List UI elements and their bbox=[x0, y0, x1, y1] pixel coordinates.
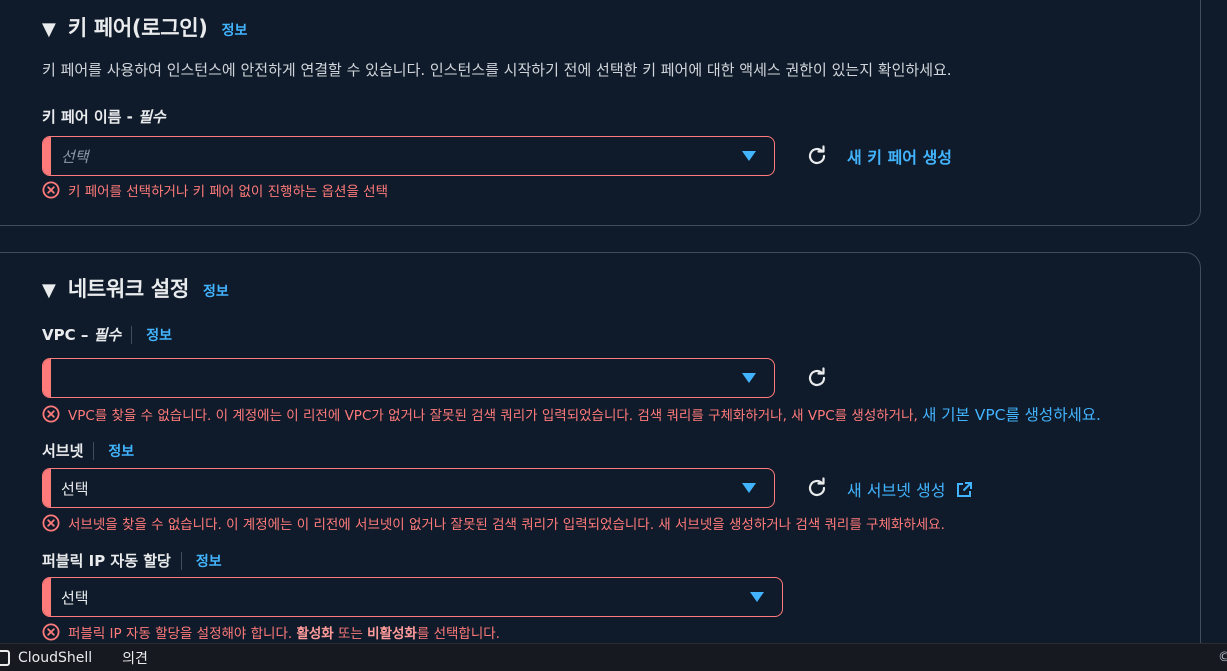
subnet-error: 서브넷을 찾을 수 없습니다. 이 계정에는 이 리전에 서브넷이 없거나 잘못… bbox=[42, 513, 945, 533]
copyright-text: © bbox=[1218, 650, 1227, 665]
subnet-error-text: 서브넷을 찾을 수 없습니다. 이 계정에는 이 리전에 서브넷이 없거나 잘못… bbox=[68, 517, 945, 533]
page: ▼ 키 페어(로그인) 정보 키 페어를 사용하여 인스턴스에 안전하게 연결할… bbox=[0, 0, 1227, 671]
error-x-circle-icon bbox=[42, 181, 60, 199]
key-pair-info-link[interactable]: 정보 bbox=[222, 20, 248, 40]
vpc-select[interactable] bbox=[42, 358, 775, 398]
external-link-icon bbox=[956, 482, 972, 497]
required-label: 필수 bbox=[138, 108, 166, 126]
error-x-circle-icon bbox=[42, 405, 60, 423]
feedback-button[interactable]: 의견 bbox=[122, 648, 148, 668]
disable-option-text: 비활성화 bbox=[367, 626, 417, 642]
key-pair-error: 키 페어를 선택하거나 키 페어 없이 진행하는 옵션을 선택 bbox=[42, 180, 388, 200]
error-indicator-bar bbox=[43, 469, 51, 507]
caret-down-icon bbox=[742, 373, 756, 383]
divider bbox=[93, 441, 95, 460]
public-ip-error-post: 를 선택합니다. bbox=[416, 626, 500, 642]
key-pair-select[interactable]: 선택 bbox=[42, 136, 775, 176]
refresh-icon[interactable] bbox=[805, 476, 829, 500]
public-ip-error-mid: 또는 bbox=[333, 626, 368, 642]
vpc-dash: – bbox=[75, 325, 94, 344]
key-pair-name-label: 키 페어 이름 - 필수 bbox=[42, 106, 166, 127]
key-pair-name-dash: - bbox=[121, 107, 139, 126]
vpc-error: VPC를 찾을 수 없습니다. 이 계정에는 이 리전에 VPC가 없거나 잘못… bbox=[42, 403, 1101, 425]
network-header[interactable]: ▼ 네트워크 설정 정보 bbox=[42, 273, 229, 303]
subnet-info-link[interactable]: 정보 bbox=[108, 441, 134, 461]
public-ip-error-pre: 퍼블릭 IP 자동 할당을 설정해야 합니다. bbox=[68, 626, 297, 642]
cloudshell-button[interactable]: CloudShell bbox=[0, 649, 92, 667]
public-ip-error: 퍼블릭 IP 자동 할당을 설정해야 합니다. 활성화 또는 비활성화 를 선택합… bbox=[42, 622, 500, 642]
triangle-down-icon[interactable]: ▼ bbox=[42, 19, 56, 40]
triangle-down-icon[interactable]: ▼ bbox=[42, 280, 56, 301]
required-label: 필수 bbox=[93, 326, 122, 344]
subnet-label: 서브넷 정보 bbox=[42, 440, 134, 461]
public-ip-label-text: 퍼블릭 IP 자동 할당 bbox=[42, 552, 171, 570]
caret-down-icon bbox=[742, 483, 756, 493]
create-subnet-link[interactable]: 새 서브넷 생성 bbox=[847, 477, 973, 501]
key-pair-error-text: 키 페어를 선택하거나 키 페어 없이 진행하는 옵션을 선택 bbox=[68, 184, 388, 200]
public-ip-select-value: 선택 bbox=[61, 588, 89, 607]
vpc-label-text: VPC bbox=[42, 325, 76, 344]
public-ip-label: 퍼블릭 IP 자동 할당 정보 bbox=[42, 550, 222, 571]
error-indicator-bar bbox=[43, 137, 51, 175]
refresh-icon[interactable] bbox=[805, 366, 829, 390]
subnet-label-text: 서브넷 bbox=[42, 442, 84, 460]
caret-down-icon bbox=[742, 151, 756, 161]
vpc-info-link[interactable]: 정보 bbox=[146, 325, 172, 345]
vpc-label: VPC – 필수 정보 bbox=[42, 324, 172, 345]
cloudshell-label: CloudShell bbox=[18, 649, 93, 666]
key-pair-name-label-text: 키 페어 이름 bbox=[42, 108, 122, 126]
cloudshell-icon bbox=[0, 649, 10, 666]
enable-option-text: 활성화 bbox=[296, 626, 334, 642]
key-pair-title: 키 페어(로그인) bbox=[67, 16, 208, 40]
bottom-bar: CloudShell 의견 © bbox=[0, 643, 1227, 671]
error-x-circle-icon bbox=[42, 514, 60, 532]
error-x-circle-icon bbox=[42, 623, 60, 641]
caret-down-icon bbox=[750, 592, 764, 602]
network-info-link[interactable]: 정보 bbox=[203, 281, 229, 301]
error-indicator-bar bbox=[43, 359, 51, 397]
create-subnet-link-text: 새 서브넷 생성 bbox=[847, 481, 946, 500]
create-default-vpc-link[interactable]: 새 기본 VPC를 생성하세요. bbox=[922, 403, 1101, 425]
subnet-select[interactable]: 선택 bbox=[42, 468, 775, 508]
subnet-select-value: 선택 bbox=[61, 479, 89, 498]
refresh-icon[interactable] bbox=[805, 144, 829, 168]
key-pair-description: 키 페어를 사용하여 인스턴스에 안전하게 연결할 수 있습니다. 인스턴스를 … bbox=[42, 61, 952, 79]
public-ip-info-link[interactable]: 정보 bbox=[196, 551, 222, 571]
network-title: 네트워크 설정 bbox=[67, 277, 189, 301]
vpc-error-text: VPC를 찾을 수 없습니다. 이 계정에는 이 리전에 VPC가 없거나 잘못… bbox=[68, 408, 923, 424]
key-pair-select-placeholder: 선택 bbox=[61, 147, 89, 166]
public-ip-select[interactable]: 선택 bbox=[42, 577, 783, 617]
divider bbox=[131, 325, 133, 344]
create-key-pair-link[interactable]: 새 키 페어 생성 bbox=[847, 144, 952, 168]
key-pair-header[interactable]: ▼ 키 페어(로그인) 정보 bbox=[42, 12, 247, 42]
divider bbox=[180, 551, 182, 570]
error-indicator-bar bbox=[43, 578, 51, 616]
